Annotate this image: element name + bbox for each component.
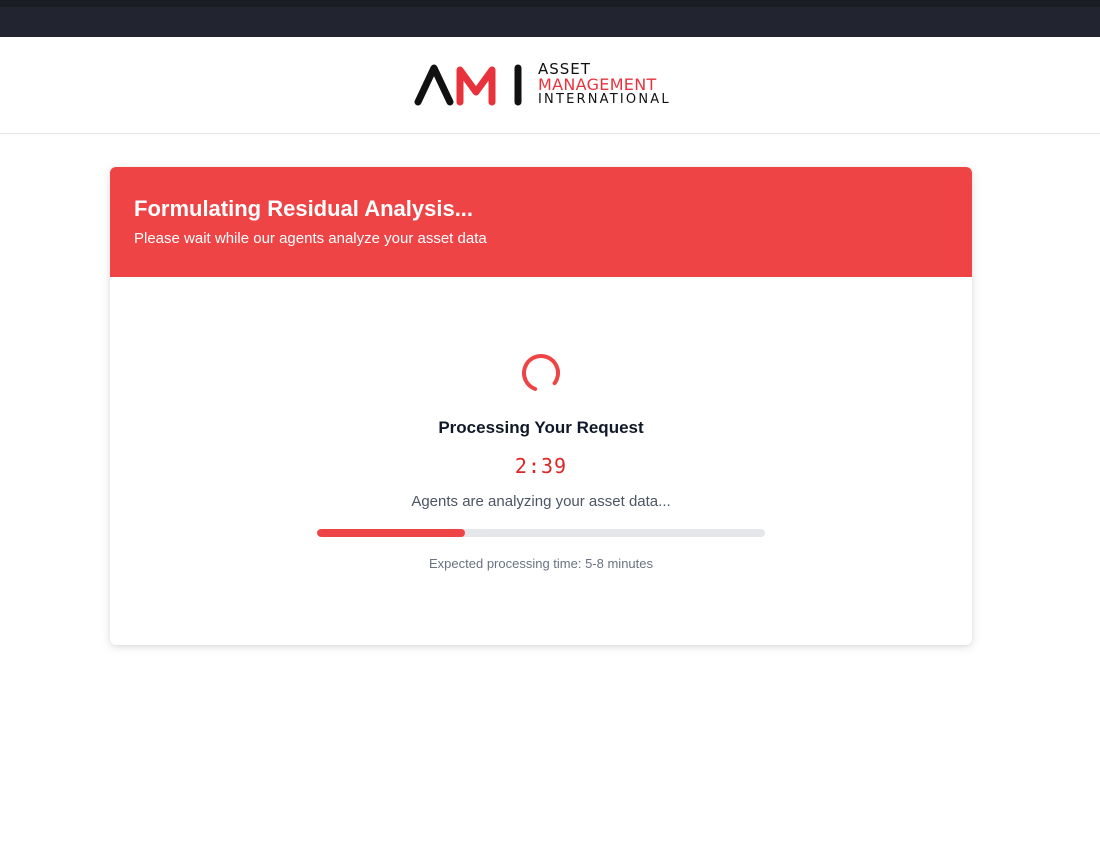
status-title: Processing Your Request bbox=[438, 418, 644, 437]
card-header: Formulating Residual Analysis... Please … bbox=[110, 167, 972, 277]
elapsed-timer: 2:39 bbox=[514, 454, 568, 478]
loading-spinner-icon bbox=[522, 354, 560, 392]
card-title: Formulating Residual Analysis... bbox=[134, 196, 474, 221]
progress-bar-fill bbox=[317, 529, 465, 537]
brand-logo-text: ASSET MANAGEMENT INTERNATIONAL bbox=[538, 62, 671, 107]
browser-top-bar bbox=[0, 0, 1100, 37]
expected-processing-time: Expected processing time: 5-8 minutes bbox=[429, 556, 653, 571]
site-header: ASSET MANAGEMENT INTERNATIONAL bbox=[0, 37, 1100, 134]
analysis-card: Formulating Residual Analysis... Please … bbox=[110, 167, 972, 645]
logo-text-international: INTERNATIONAL bbox=[538, 92, 671, 107]
logo-text-management: MANAGEMENT bbox=[538, 75, 657, 94]
card-body: Processing Your Request 2:39 Agents are … bbox=[110, 277, 972, 645]
brand-logo[interactable]: ASSET MANAGEMENT INTERNATIONAL bbox=[414, 62, 670, 112]
card-subtitle: Please wait while our agents analyze you… bbox=[134, 230, 487, 247]
browser-tab-strip bbox=[0, 0, 1100, 7]
status-message: Agents are analyzing your asset data... bbox=[411, 493, 671, 510]
ami-logo-mark-icon bbox=[414, 64, 522, 106]
progress-bar bbox=[317, 529, 765, 537]
